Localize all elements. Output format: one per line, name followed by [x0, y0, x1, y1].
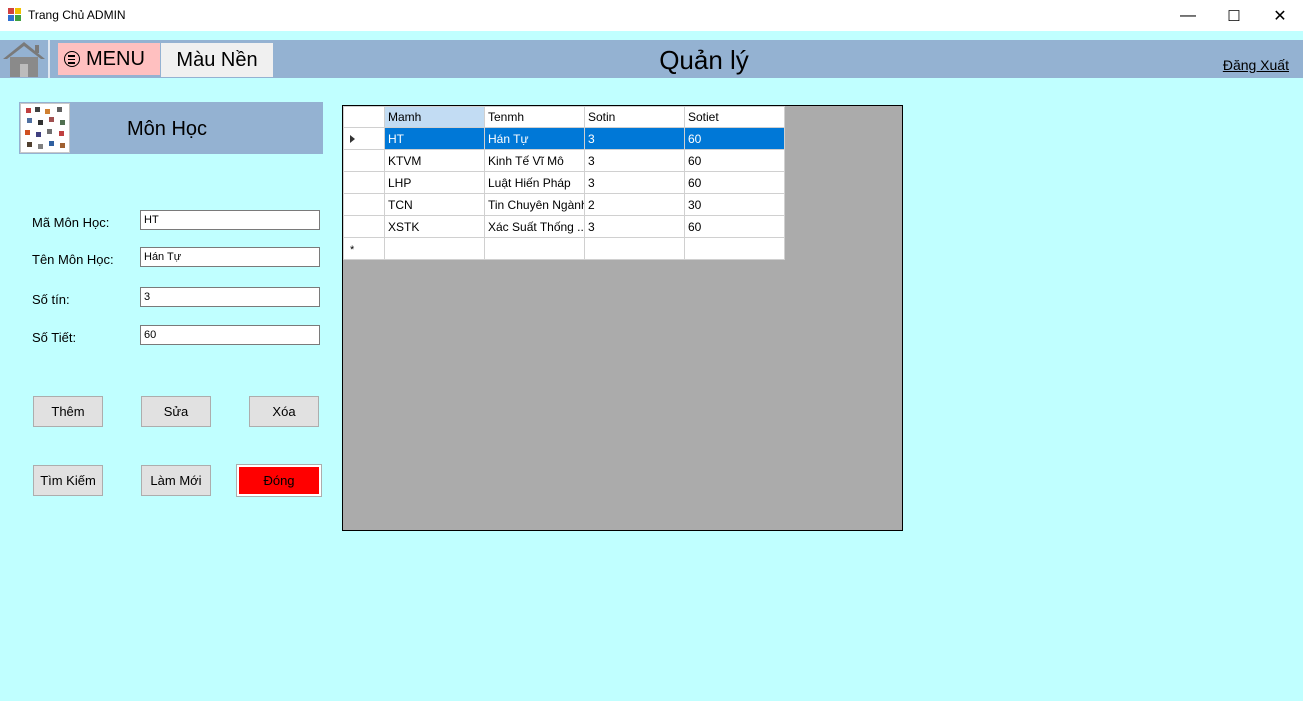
cell-tenmh[interactable]: Hán Tự	[484, 127, 585, 150]
row-header[interactable]	[343, 171, 385, 194]
add-button[interactable]: Thêm	[33, 396, 103, 427]
cell-sotin[interactable]: 3	[584, 171, 685, 194]
window-title: Trang Chủ ADMIN	[28, 8, 126, 22]
cell-sotiet[interactable]	[684, 237, 785, 260]
cell-mamh[interactable]: KTVM	[384, 149, 485, 172]
cell-sotin[interactable]	[584, 237, 685, 260]
cell-tenmh[interactable]: Xác Suất Thống ...	[484, 215, 585, 238]
subject-name-input[interactable]	[140, 247, 320, 267]
new-row-marker: *	[350, 243, 355, 256]
row-header[interactable]	[343, 215, 385, 238]
row-header[interactable]	[343, 193, 385, 216]
app-icon	[8, 8, 22, 22]
table-row[interactable]: HT Hán Tự 3 60	[343, 127, 785, 150]
cell-tenmh[interactable]: Kinh Tế Vĩ Mô	[484, 149, 585, 172]
cell-sotiet[interactable]: 30	[684, 193, 785, 216]
subject-panel: Môn Học	[19, 102, 323, 154]
row-header[interactable]	[343, 149, 385, 172]
table-row[interactable]: TCN Tin Chuyên Ngành 2 30	[343, 193, 785, 216]
cell-sotin[interactable]: 3	[584, 215, 685, 238]
home-icon	[3, 42, 45, 77]
subject-name-label: Tên Môn Học:	[32, 252, 114, 267]
title-bar: Trang Chủ ADMIN — ☐ ✕	[0, 0, 1303, 31]
cell-mamh[interactable]: TCN	[384, 193, 485, 216]
row-header[interactable]	[343, 127, 385, 150]
subjects-grid[interactable]: Mamh Tenmh Sotin Sotiet HT Hán Tự 3 60 K…	[342, 105, 903, 531]
cell-tenmh[interactable]: Tin Chuyên Ngành	[484, 193, 585, 216]
cell-sotin[interactable]: 3	[584, 127, 685, 150]
cell-sotiet[interactable]: 60	[684, 215, 785, 238]
periods-label: Số Tiết:	[32, 330, 77, 345]
table-row[interactable]: KTVM Kinh Tế Vĩ Mô 3 60	[343, 149, 785, 172]
cell-sotiet[interactable]: 60	[684, 171, 785, 194]
table-row[interactable]: XSTK Xác Suất Thống ... 3 60	[343, 215, 785, 238]
subject-image	[20, 103, 70, 153]
subject-code-label: Mã Môn Học:	[32, 215, 110, 230]
cell-sotiet[interactable]: 60	[684, 127, 785, 150]
periods-input[interactable]	[140, 325, 320, 345]
subject-code-input[interactable]	[140, 210, 320, 230]
maximize-button[interactable]: ☐	[1211, 0, 1257, 31]
close-window-button[interactable]: ✕	[1257, 0, 1303, 31]
column-header-sotin[interactable]: Sotin	[584, 106, 685, 128]
column-header-tenmh[interactable]: Tenmh	[484, 106, 585, 128]
menu-label: MENU	[86, 47, 145, 70]
search-button[interactable]: Tìm Kiếm	[33, 465, 103, 496]
background-color-button[interactable]: Màu Nền	[161, 43, 273, 77]
credits-input[interactable]	[140, 287, 320, 307]
new-row[interactable]: *	[343, 237, 785, 260]
grid-header-row: Mamh Tenmh Sotin Sotiet	[343, 106, 785, 128]
cell-mamh[interactable]: XSTK	[384, 215, 485, 238]
menu-button[interactable]: MENU	[58, 43, 160, 75]
cell-sotiet[interactable]: 60	[684, 149, 785, 172]
logout-link[interactable]: Đăng Xuất	[1223, 57, 1289, 73]
credits-label: Số tín:	[32, 292, 70, 307]
delete-button[interactable]: Xóa	[249, 396, 319, 427]
page-title: Quản lý	[659, 45, 749, 75]
cell-mamh[interactable]	[384, 237, 485, 260]
cell-mamh[interactable]: LHP	[384, 171, 485, 194]
row-header-corner[interactable]	[343, 106, 385, 128]
current-row-arrow-icon	[350, 134, 355, 143]
column-header-mamh[interactable]: Mamh	[384, 106, 485, 128]
home-button[interactable]	[0, 40, 50, 78]
edit-button[interactable]: Sửa	[141, 396, 211, 427]
cell-tenmh[interactable]	[484, 237, 585, 260]
header-bar: MENU Màu Nền Quản lý Đăng Xuất	[0, 40, 1303, 78]
cell-mamh[interactable]: HT	[384, 127, 485, 150]
refresh-button[interactable]: Làm Mới	[141, 465, 211, 496]
row-header[interactable]: *	[343, 237, 385, 260]
cell-tenmh[interactable]: Luật Hiến Pháp	[484, 171, 585, 194]
subjects-table: Mamh Tenmh Sotin Sotiet HT Hán Tự 3 60 K…	[343, 106, 785, 260]
minimize-button[interactable]: —	[1165, 0, 1211, 31]
table-row[interactable]: LHP Luật Hiến Pháp 3 60	[343, 171, 785, 194]
cell-sotin[interactable]: 3	[584, 149, 685, 172]
menu-icon	[64, 51, 80, 67]
column-header-sotiet[interactable]: Sotiet	[684, 106, 785, 128]
cell-sotin[interactable]: 2	[584, 193, 685, 216]
close-button[interactable]: Đóng	[236, 464, 322, 497]
subject-title: Môn Học	[127, 118, 208, 140]
